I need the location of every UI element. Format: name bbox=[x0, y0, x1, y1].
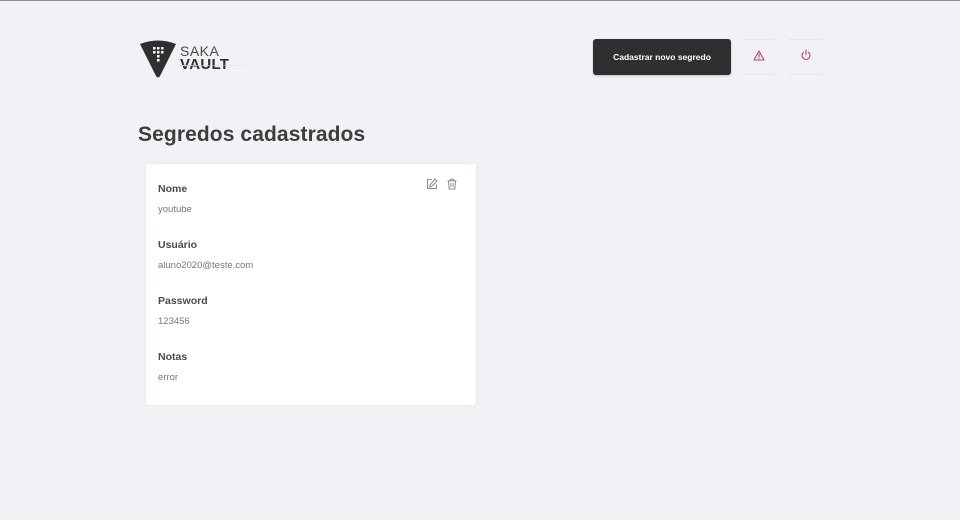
field-value: 123456 bbox=[158, 316, 190, 327]
secret-card: Nome youtube Usuário aluno2020@teste.com… bbox=[146, 164, 476, 405]
power-icon bbox=[800, 48, 812, 66]
field-value: aluno2020@teste.com bbox=[158, 260, 254, 271]
field-label: Notas bbox=[158, 351, 188, 363]
field-value: youtube bbox=[158, 204, 192, 215]
logo-underline bbox=[180, 65, 260, 66]
secret-password-field: Password 123456 bbox=[158, 295, 208, 327]
card-actions bbox=[425, 177, 459, 191]
secret-notes-field: Notas error bbox=[158, 351, 187, 383]
app-logo[interactable]: SAKA VAULT bbox=[138, 38, 263, 78]
field-label: Nome bbox=[158, 183, 188, 195]
field-label: Password bbox=[158, 295, 208, 307]
vault-logo-icon bbox=[138, 38, 178, 78]
edit-icon[interactable] bbox=[425, 177, 439, 191]
logo-wordmark: SAKA VAULT bbox=[180, 44, 260, 72]
alert-button[interactable] bbox=[743, 39, 775, 75]
field-value: error bbox=[158, 372, 179, 383]
alert-triangle-icon bbox=[753, 48, 765, 66]
secret-name-field: Nome youtube bbox=[158, 183, 192, 215]
logout-button[interactable] bbox=[789, 39, 823, 75]
field-label: Usuário bbox=[158, 239, 198, 251]
new-secret-button[interactable]: Cadastrar novo segredo bbox=[593, 39, 731, 75]
secret-user-field: Usuário aluno2020@teste.com bbox=[158, 239, 253, 271]
page-title: Segredos cadastrados bbox=[138, 123, 366, 146]
trash-icon[interactable] bbox=[445, 177, 459, 191]
